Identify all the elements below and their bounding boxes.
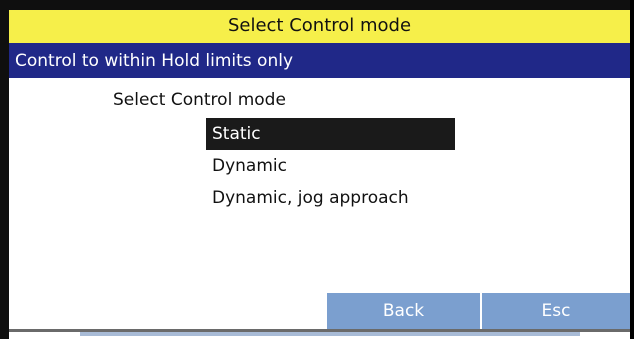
back-button[interactable]: Back xyxy=(327,293,480,329)
mode-option-list: Static Dynamic Dynamic, jog approach xyxy=(206,118,466,214)
option-dynamic[interactable]: Dynamic xyxy=(206,150,466,182)
status-bar: Control to within Hold limits only xyxy=(9,43,630,78)
screen-bezel xyxy=(0,0,9,339)
control-mode-screen: Select Control mode Control to within Ho… xyxy=(0,0,634,339)
status-text: Control to within Hold limits only xyxy=(15,50,294,71)
title-bar: Select Control mode xyxy=(9,0,630,43)
option-dynamic-jog-approach[interactable]: Dynamic, jog approach xyxy=(206,182,466,214)
softkey-bar: Back Esc xyxy=(9,293,630,329)
screen-border xyxy=(630,0,634,339)
bottom-bezel-strip xyxy=(80,332,580,336)
esc-button[interactable]: Esc xyxy=(482,293,630,329)
option-static[interactable]: Static xyxy=(206,118,455,150)
window-title: Select Control mode xyxy=(227,15,412,36)
selection-prompt: Select Control mode xyxy=(113,90,286,110)
dialog-content: Select Control mode Static Dynamic Dynam… xyxy=(9,78,630,328)
